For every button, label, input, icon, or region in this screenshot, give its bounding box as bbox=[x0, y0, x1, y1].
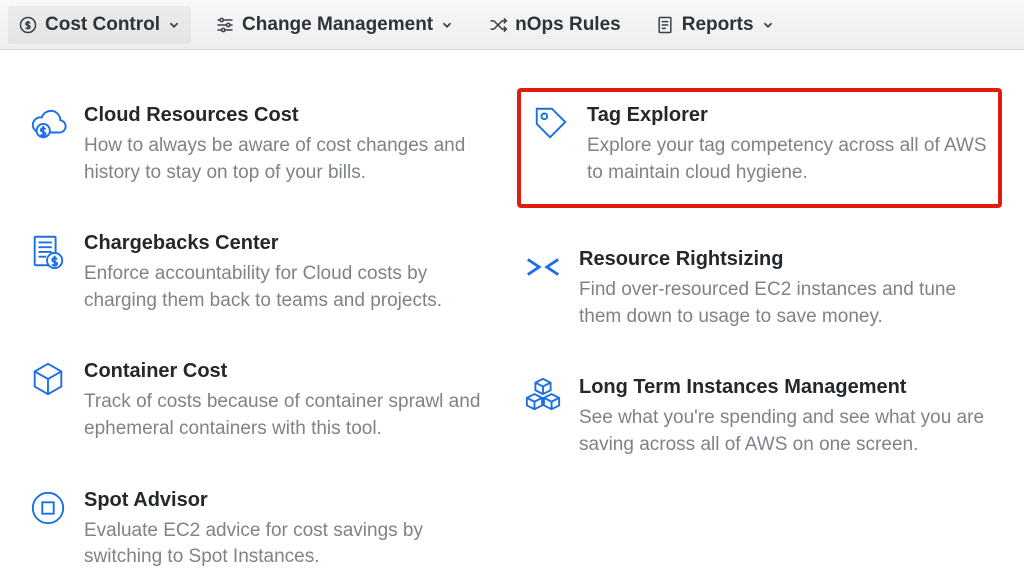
right-column: Tag Explorer Explore your tag competency… bbox=[517, 98, 1002, 577]
nav-change-management[interactable]: Change Management bbox=[205, 6, 464, 44]
chevron-down-icon bbox=[167, 18, 181, 32]
card-body: Cloud Resources Cost How to always be aw… bbox=[84, 104, 501, 186]
card-title: Resource Rightsizing bbox=[579, 248, 996, 271]
cloud-dollar-icon bbox=[28, 104, 68, 144]
nav-cost-control[interactable]: Cost Control bbox=[8, 6, 191, 44]
card-title: Spot Advisor bbox=[84, 489, 501, 512]
card-desc: How to always be aware of cost changes a… bbox=[84, 133, 501, 186]
card-title: Long Term Instances Management bbox=[579, 376, 996, 399]
top-nav-bar: Cost Control Change Management nOps Rule… bbox=[0, 0, 1024, 50]
card-body: Chargebacks Center Enforce accountabilit… bbox=[84, 232, 501, 314]
menu-content: Cloud Resources Cost How to always be aw… bbox=[0, 50, 1024, 587]
card-desc: Track of costs because of container spra… bbox=[84, 389, 501, 442]
nav-reports[interactable]: Reports bbox=[645, 6, 785, 44]
card-tag-explorer[interactable]: Tag Explorer Explore your tag competency… bbox=[517, 88, 1002, 208]
cube-icon bbox=[28, 360, 68, 400]
card-title: Container Cost bbox=[84, 360, 501, 383]
nav-nops-rules[interactable]: nOps Rules bbox=[478, 6, 631, 44]
document-list-icon bbox=[655, 15, 675, 35]
dollar-circle-icon bbox=[18, 15, 38, 35]
tag-icon bbox=[531, 104, 571, 144]
card-title: Chargebacks Center bbox=[84, 232, 501, 255]
nav-cost-control-label: Cost Control bbox=[45, 14, 160, 36]
card-title: Cloud Resources Cost bbox=[84, 104, 501, 127]
card-desc: Find over-resourced EC2 instances and tu… bbox=[579, 277, 996, 330]
card-title: Tag Explorer bbox=[587, 104, 988, 127]
card-body: Spot Advisor Evaluate EC2 advice for cos… bbox=[84, 489, 501, 571]
card-desc: See what you're spending and see what yo… bbox=[579, 405, 996, 458]
nav-reports-label: Reports bbox=[682, 14, 754, 36]
card-desc: Explore your tag competency across all o… bbox=[587, 133, 988, 186]
cubes-icon bbox=[523, 376, 563, 416]
card-chargebacks-center[interactable]: Chargebacks Center Enforce accountabilit… bbox=[22, 226, 507, 320]
card-long-term-instances[interactable]: Long Term Instances Management See what … bbox=[517, 370, 1002, 464]
invoice-dollar-icon bbox=[28, 232, 68, 272]
card-body: Container Cost Track of costs because of… bbox=[84, 360, 501, 442]
nav-nops-rules-label: nOps Rules bbox=[515, 14, 621, 36]
chevron-down-icon bbox=[761, 18, 775, 32]
card-resource-rightsizing[interactable]: Resource Rightsizing Find over-resourced… bbox=[517, 242, 1002, 336]
card-body: Resource Rightsizing Find over-resourced… bbox=[579, 248, 996, 330]
shuffle-icon bbox=[488, 15, 508, 35]
card-body: Tag Explorer Explore your tag competency… bbox=[587, 104, 988, 186]
left-column: Cloud Resources Cost How to always be aw… bbox=[22, 98, 507, 577]
collapse-arrows-icon bbox=[523, 248, 563, 288]
nav-change-management-label: Change Management bbox=[242, 14, 433, 36]
card-body: Long Term Instances Management See what … bbox=[579, 376, 996, 458]
chevron-down-icon bbox=[440, 18, 454, 32]
stop-circle-icon bbox=[28, 489, 68, 529]
card-desc: Enforce accountability for Cloud costs b… bbox=[84, 261, 501, 314]
card-desc: Evaluate EC2 advice for cost savings by … bbox=[84, 518, 501, 571]
sliders-icon bbox=[215, 15, 235, 35]
card-container-cost[interactable]: Container Cost Track of costs because of… bbox=[22, 354, 507, 448]
card-cloud-resources-cost[interactable]: Cloud Resources Cost How to always be aw… bbox=[22, 98, 507, 192]
card-spot-advisor[interactable]: Spot Advisor Evaluate EC2 advice for cos… bbox=[22, 483, 507, 577]
